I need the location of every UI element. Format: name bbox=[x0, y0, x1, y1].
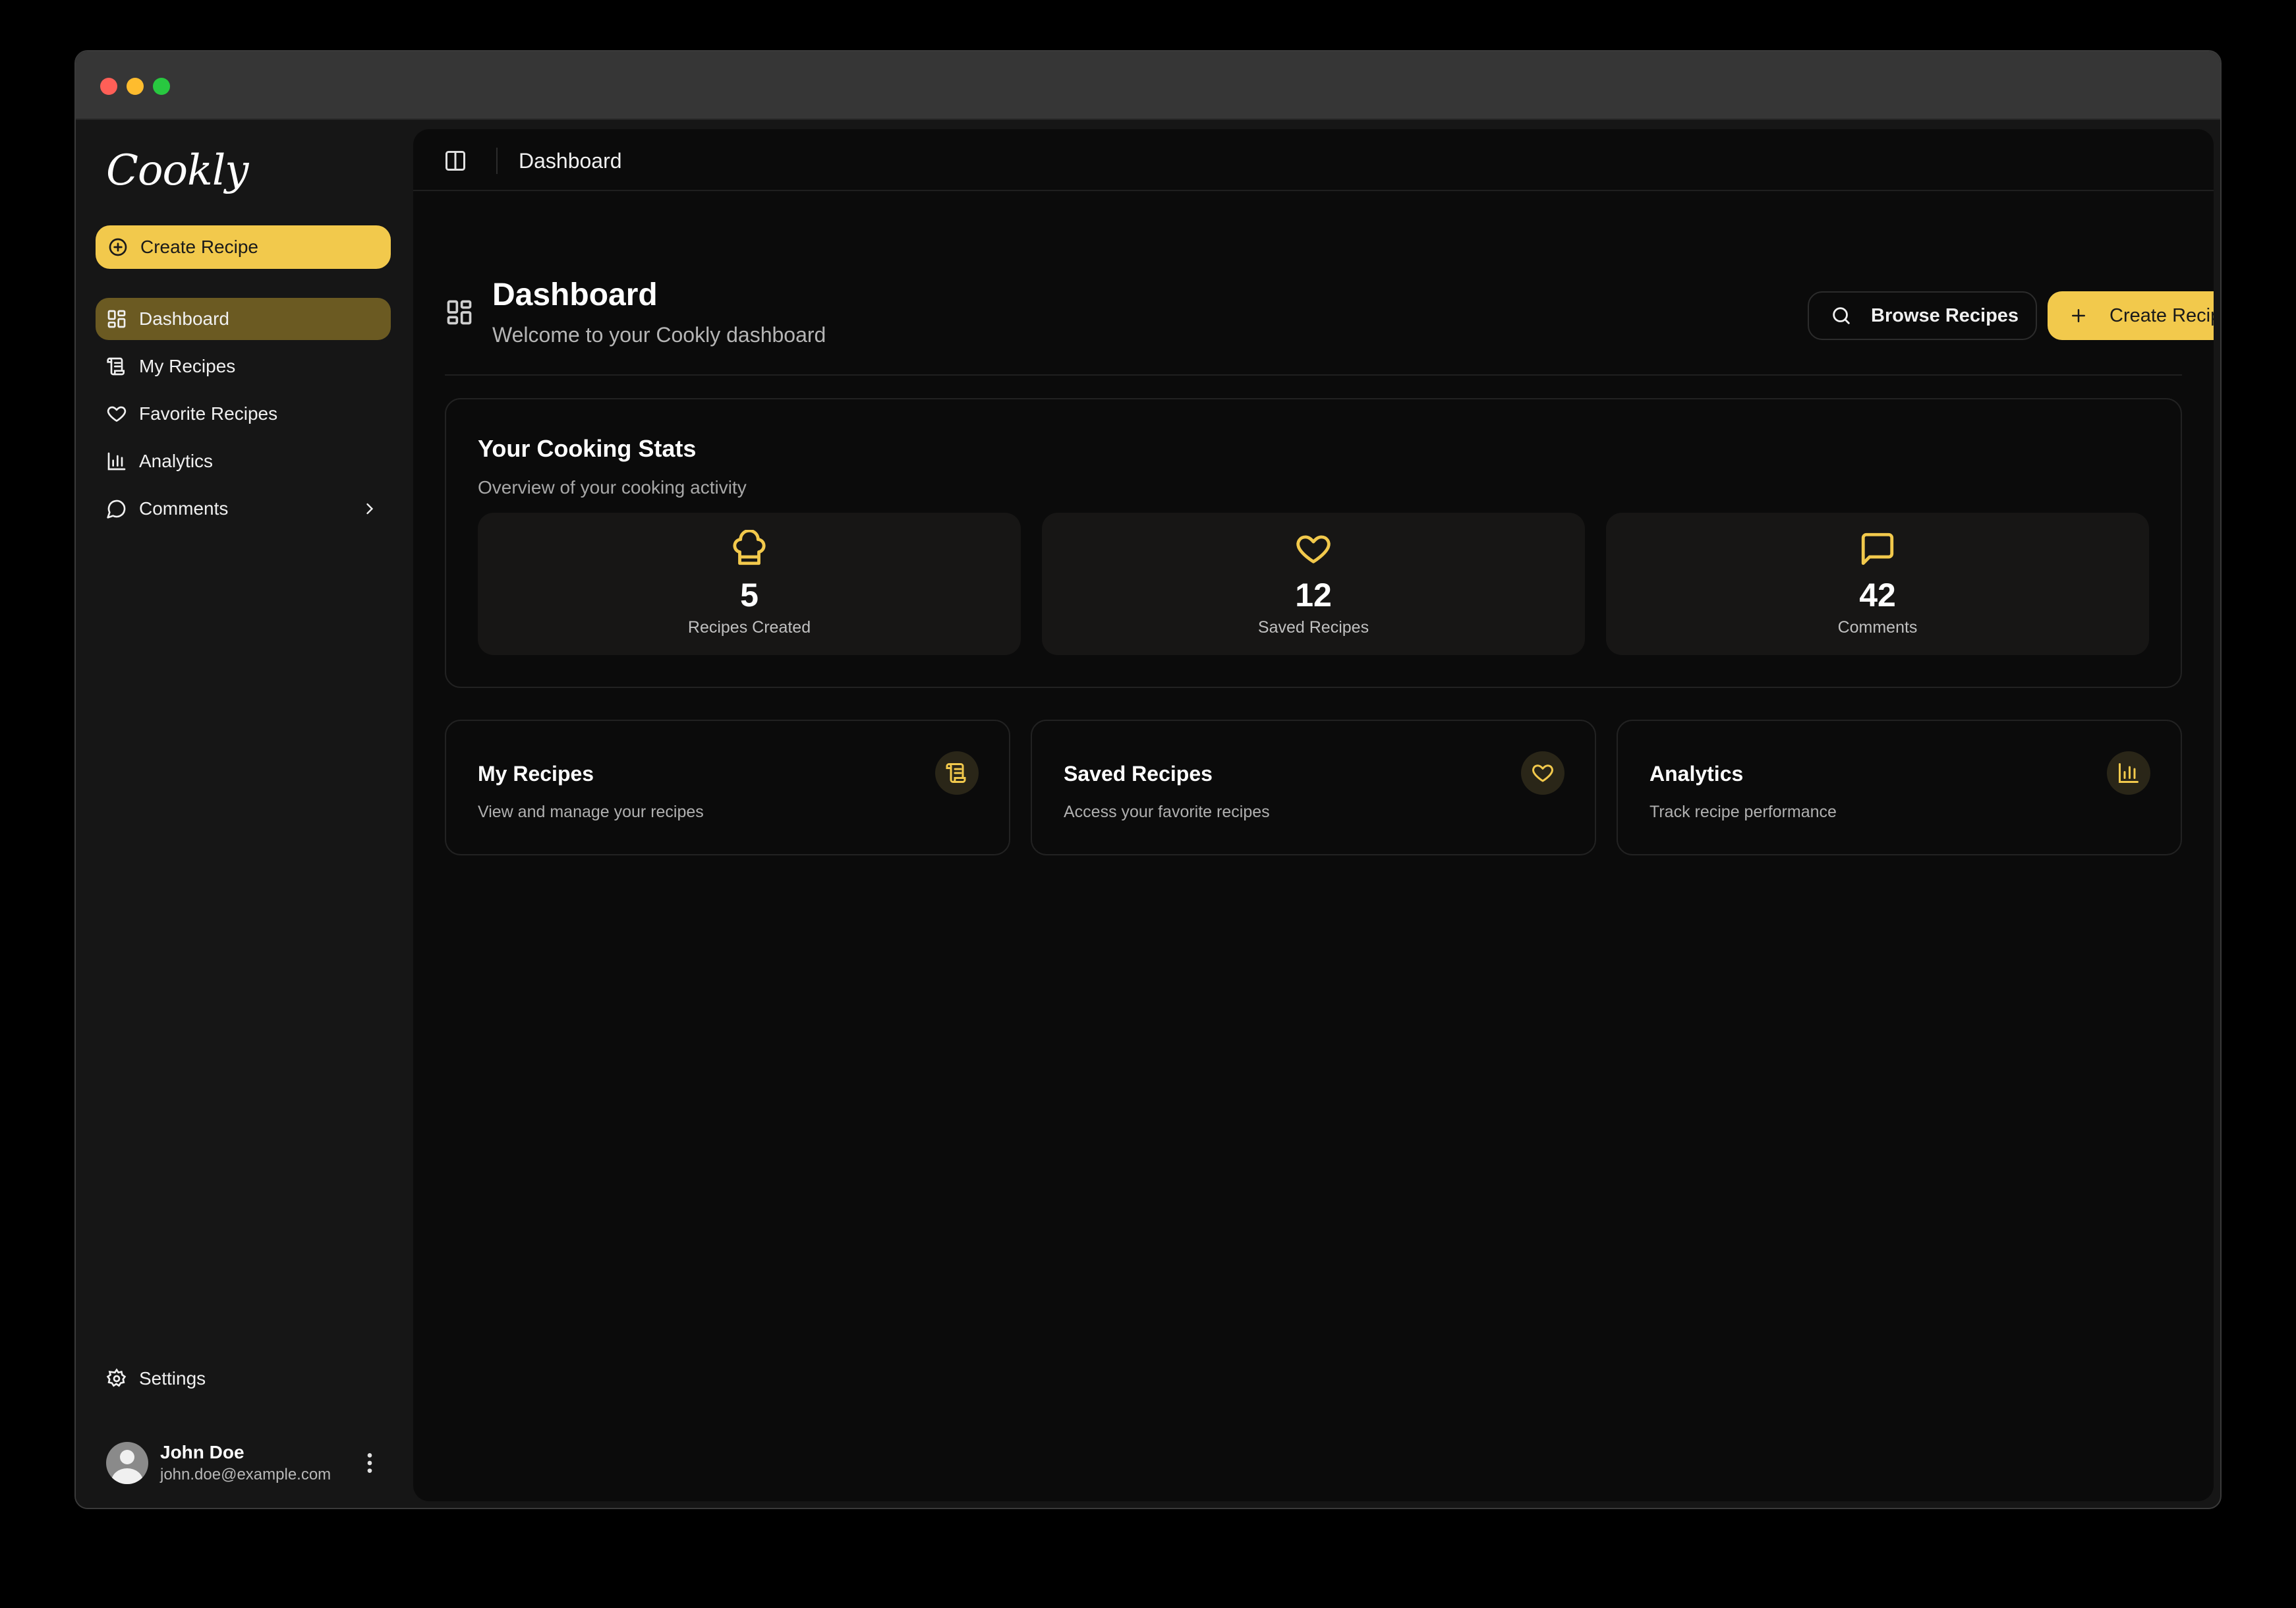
card-subtitle: Track recipe performance bbox=[1650, 803, 1837, 821]
card-subtitle: View and manage your recipes bbox=[478, 803, 704, 821]
sidebar-item-my-recipes[interactable]: My Recipes bbox=[96, 345, 391, 388]
search-icon bbox=[1833, 307, 1850, 324]
page-title: Dashboard bbox=[492, 277, 658, 312]
saved-recipes-card[interactable]: Saved Recipes Access your favorite recip… bbox=[1031, 720, 1596, 855]
stat-comments: 42 Comments bbox=[1606, 513, 2149, 655]
topbar: Dashboard bbox=[413, 129, 2214, 191]
card-subtitle: Access your favorite recipes bbox=[1064, 803, 1270, 821]
sidebar-nav: Dashboard My Recipes Favorite Recipes An… bbox=[96, 298, 391, 535]
stat-label: Comments bbox=[1837, 618, 1918, 637]
browse-recipes-label: Browse Recipes bbox=[1871, 304, 2019, 326]
sidebar-item-analytics[interactable]: Analytics bbox=[96, 440, 391, 482]
stats-title: Your Cooking Stats bbox=[478, 435, 697, 462]
my-recipes-card[interactable]: My Recipes View and manage your recipes bbox=[445, 720, 1010, 855]
create-recipe-button[interactable]: Create Recipe bbox=[2048, 291, 2214, 340]
header-divider bbox=[445, 374, 2182, 376]
sidebar-item-favorite-recipes[interactable]: Favorite Recipes bbox=[96, 393, 391, 435]
sidebar-item-settings[interactable]: Settings bbox=[106, 1368, 206, 1389]
message-icon bbox=[107, 500, 126, 519]
plus-icon bbox=[2072, 309, 2085, 322]
app-window: Cookly Create Recipe Dashboard My Recipe… bbox=[74, 50, 2222, 1509]
sidebar-item-label: Dashboard bbox=[139, 308, 229, 329]
heart-icon bbox=[1296, 535, 1331, 563]
stat-label: Saved Recipes bbox=[1257, 618, 1369, 637]
more-vertical-icon[interactable] bbox=[357, 1449, 383, 1478]
analytics-card[interactable]: Analytics Track recipe performance bbox=[1617, 720, 2182, 855]
sidebar-item-label: Favorite Recipes bbox=[139, 403, 278, 424]
card-title: Analytics bbox=[1650, 762, 1744, 786]
sidebar-item-dashboard[interactable]: Dashboard bbox=[96, 298, 391, 340]
dashboard-icon bbox=[107, 310, 126, 328]
page-subtitle: Welcome to your Cookly dashboard bbox=[492, 323, 826, 347]
plus-circle-icon bbox=[109, 238, 127, 256]
scroll-icon bbox=[946, 763, 966, 783]
user-name: John Doe bbox=[160, 1442, 244, 1462]
stats-subtitle: Overview of your cooking activity bbox=[478, 477, 747, 498]
sidebar-item-label: My Recipes bbox=[139, 356, 236, 376]
cooking-stats-card: Your Cooking Stats Overview of your cook… bbox=[445, 398, 2182, 688]
avatar bbox=[106, 1442, 148, 1484]
sidebar-item-label: Comments bbox=[139, 498, 229, 519]
browse-recipes-button[interactable]: Browse Recipes bbox=[1808, 291, 2037, 340]
sidebar-create-label: Create Recipe bbox=[140, 237, 258, 257]
topbar-separator bbox=[496, 148, 498, 174]
stat-saved-recipes: 12 Saved Recipes bbox=[1042, 513, 1585, 655]
breadcrumb: Dashboard bbox=[519, 149, 622, 173]
sidebar-toggle-icon[interactable] bbox=[444, 149, 467, 173]
dashboard-icon bbox=[447, 300, 472, 325]
minimize-window-button[interactable] bbox=[127, 78, 144, 95]
stat-value: 5 bbox=[740, 577, 759, 614]
stat-value: 12 bbox=[1295, 577, 1332, 614]
card-title: Saved Recipes bbox=[1064, 762, 1213, 786]
bar-chart-icon bbox=[2119, 763, 2138, 783]
window-titlebar bbox=[76, 51, 2220, 120]
card-icon-badge bbox=[2107, 751, 2150, 795]
app-logo[interactable]: Cookly bbox=[106, 146, 248, 195]
chevron-right-icon[interactable] bbox=[360, 500, 379, 518]
stat-value: 42 bbox=[1859, 577, 1896, 614]
sidebar-item-label: Analytics bbox=[139, 451, 214, 471]
card-icon-badge bbox=[1521, 751, 1564, 795]
create-recipe-label: Create Recipe bbox=[2109, 304, 2214, 326]
card-icon-badge bbox=[935, 751, 979, 795]
sidebar-create-recipe-button[interactable]: Create Recipe bbox=[96, 225, 391, 269]
stat-label: Recipes Created bbox=[687, 618, 811, 637]
sidebar: Cookly Create Recipe Dashboard My Recipe… bbox=[76, 120, 412, 1508]
bar-chart-icon bbox=[107, 452, 126, 471]
maximize-window-button[interactable] bbox=[153, 78, 170, 95]
stat-recipes-created: 5 Recipes Created bbox=[478, 513, 1021, 655]
sidebar-item-comments[interactable]: Comments bbox=[96, 488, 391, 530]
chef-hat-icon bbox=[733, 530, 766, 565]
message-square-icon bbox=[1861, 532, 1894, 565]
heart-icon bbox=[1532, 764, 1553, 782]
user-email: john.doe@example.com bbox=[160, 1466, 331, 1483]
sidebar-settings-label: Settings bbox=[139, 1368, 206, 1389]
user-profile[interactable]: John Doe john.doe@example.com bbox=[106, 1438, 391, 1488]
card-title: My Recipes bbox=[478, 762, 594, 786]
heart-icon bbox=[107, 406, 127, 422]
close-window-button[interactable] bbox=[100, 78, 117, 95]
scroll-icon bbox=[107, 357, 125, 376]
main-content: Dashboard Dashboard Welcome to your Cook… bbox=[413, 129, 2214, 1501]
gear-icon bbox=[106, 1368, 127, 1387]
